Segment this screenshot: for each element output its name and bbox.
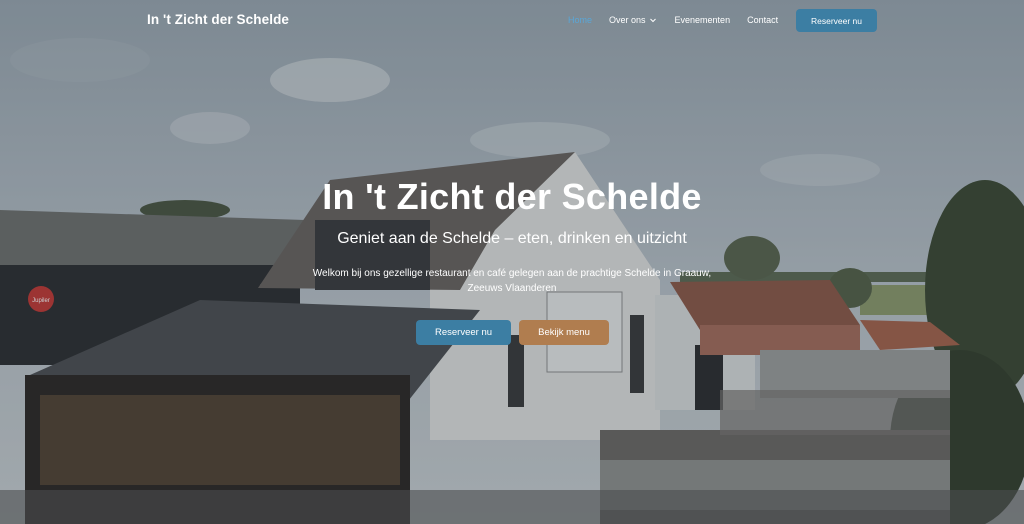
chevron-down-icon bbox=[649, 18, 656, 23]
hero-background: Jupiler bbox=[0, 0, 1024, 524]
top-navigation: In 't Zicht der Schelde Home Over ons Ev… bbox=[0, 0, 1024, 40]
nav-item-over-ons-label: Over ons bbox=[609, 15, 646, 25]
site-brand[interactable]: In 't Zicht der Schelde bbox=[147, 12, 289, 27]
hero-buttons: Reserveer nu Bekijk menu bbox=[416, 320, 609, 345]
nav-item-over-ons[interactable]: Over ons bbox=[609, 15, 657, 25]
nav-item-home[interactable]: Home bbox=[568, 15, 592, 25]
nav-reserve-button[interactable]: Reserveer nu bbox=[796, 9, 877, 32]
hero-description: Welkom bij ons gezellige restaurant en c… bbox=[312, 268, 712, 294]
hero-title: In 't Zicht der Schelde bbox=[322, 176, 702, 217]
main-menu: Home Over ons Evenementen Contact bbox=[568, 15, 778, 25]
nav-item-contact[interactable]: Contact bbox=[747, 15, 778, 25]
hero-overlay bbox=[0, 0, 1024, 524]
hero-subtitle: Geniet aan de Schelde – eten, drinken en… bbox=[337, 230, 687, 247]
hero-menu-button[interactable]: Bekijk menu bbox=[519, 320, 609, 345]
hero-reserve-button[interactable]: Reserveer nu bbox=[416, 320, 511, 345]
nav-item-evenementen[interactable]: Evenementen bbox=[675, 15, 731, 25]
